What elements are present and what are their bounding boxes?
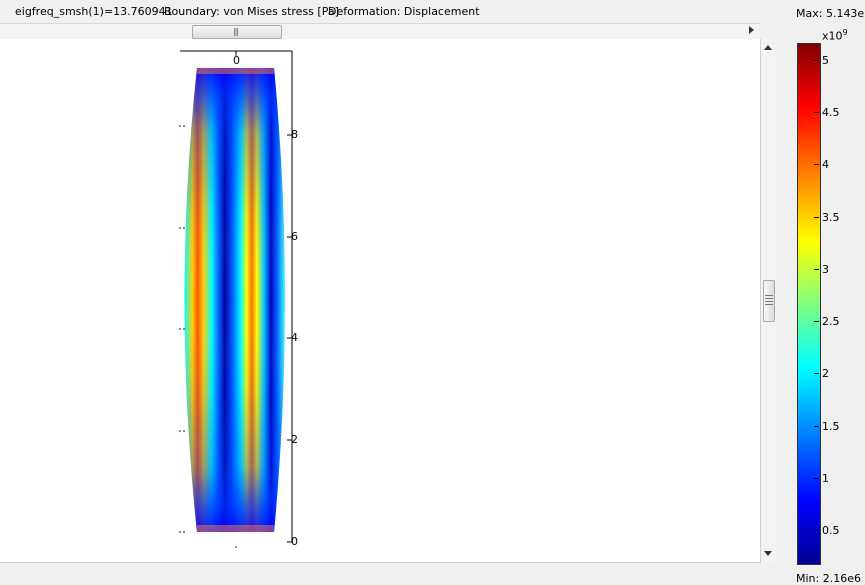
scroll-right-arrow-icon[interactable] [749,26,754,34]
colorbar-max-label: Max: 5.143e9 [796,7,865,20]
y-axis-tick-label: 8 [291,128,298,141]
stress-overlay [184,68,285,532]
grip-icon [765,295,773,305]
colorbar-tickmark [814,426,819,427]
deformation-label: Deformation: Displacement [328,5,480,18]
colorbar-tick-label: 3 [822,263,829,276]
colorbar-tickmark [814,164,819,165]
plot-canvas[interactable]: 0 8 6 4 2 0 [0,39,761,563]
y-axis-tick-label: 0 [291,535,298,548]
colorbar-tick-label: 1.5 [822,420,840,433]
grip-icon: ||| [233,27,239,36]
colorbar-tickmark [814,217,819,218]
colorbar-exponent-base: x10 [822,29,843,43]
stress-plot [179,50,293,548]
colorbar-tickmark [814,373,819,374]
colorbar-tickmark [814,478,819,479]
scroll-up-arrow-icon[interactable] [764,45,772,50]
horizontal-scroll-thumb[interactable]: ||| [192,25,282,39]
eigenfrequency-label: eigfreq_smsh(1)=13.760941 [15,5,173,18]
colorbar-exponent-power: 9 [842,28,848,37]
boundary-expression-label: Boundary: von Mises stress [Pa] [164,5,339,18]
colorbar-exponent: x109 [822,28,848,43]
colorbar-tickmark [814,60,819,61]
colorbar-tick-label: 2.5 [822,315,840,328]
colorbar-tickmark [814,530,819,531]
scroll-down-arrow-icon[interactable] [764,551,772,556]
colorbar-tickmark [814,112,819,113]
colorbar-min-label: Min: 2.16e6 [796,572,861,585]
colorbar-tick-label: 5 [822,54,829,67]
colorbar-tickmark [814,321,819,322]
x-axis-tick-label: 0 [233,54,240,67]
colorbar-tick-label: 0.5 [822,524,840,537]
colorbar-tick-label: 2 [822,367,829,380]
top-edge-stress [197,68,274,74]
vertical-scroll-thumb[interactable] [763,280,775,322]
bottom-edge-stress [197,525,274,532]
plot-title-bar: eigfreq_smsh(1)=13.760941 Boundary: von … [0,0,760,22]
colorbar-tick-label: 4.5 [822,106,840,119]
vertical-scrollbar[interactable] [760,39,776,562]
colorbar [797,43,821,565]
y-axis-tick-label: 4 [291,331,298,344]
horizontal-scrollbar[interactable]: ||| [0,23,760,40]
colorbar-tick-label: 3.5 [822,211,840,224]
colorbar-tick-label: 1 [822,472,829,485]
colorbar-tick-label: 4 [822,158,829,171]
y-axis-tick-label: 6 [291,230,298,243]
y-axis-tick-label: 2 [291,433,298,446]
colorbar-tickmark [814,269,819,270]
